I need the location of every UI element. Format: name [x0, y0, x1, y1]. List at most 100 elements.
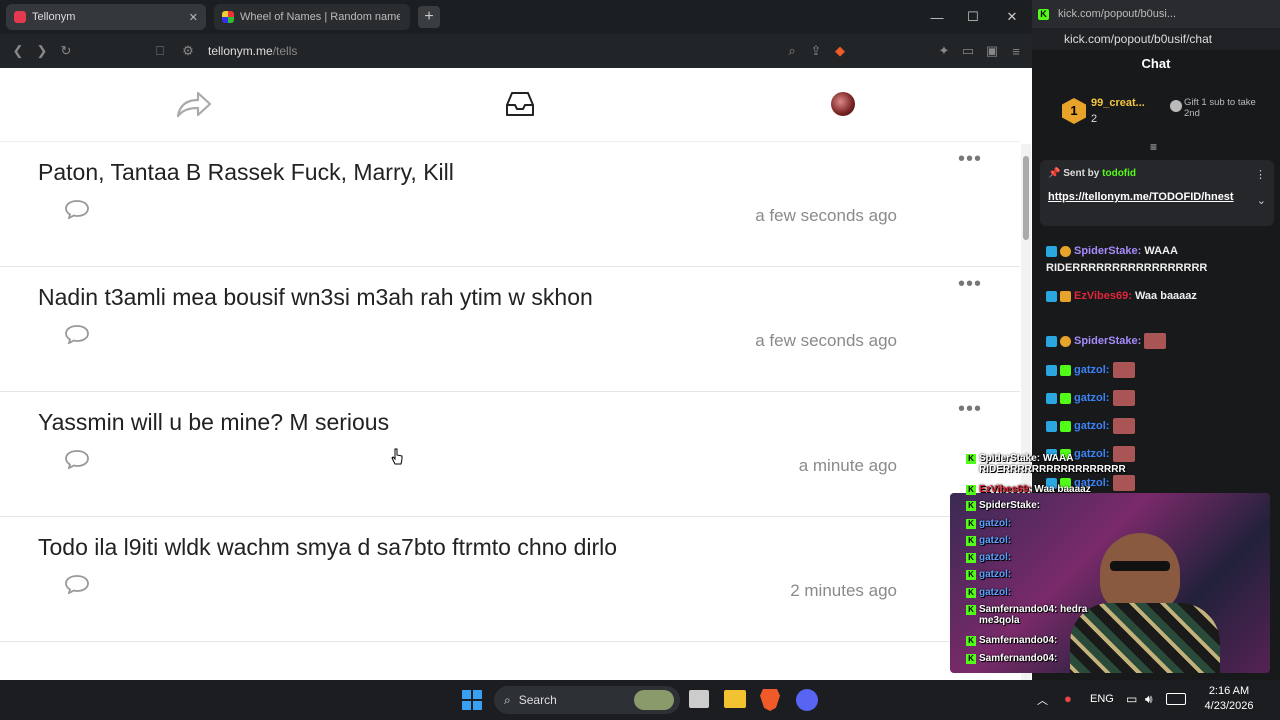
filter-icon[interactable]: ≡: [1150, 140, 1157, 154]
tell-text: Todo ila l9iti wldk wachm smya d sa7bto …: [38, 534, 618, 560]
overlay-line: EzVibes69: Waa baaaaz: [979, 484, 1091, 495]
new-tab-button[interactable]: +: [418, 6, 440, 28]
extensions-icon[interactable]: ✦: [932, 43, 956, 59]
gift-leaderboard[interactable]: 1 99_creat... 2 Gift 1 sub to take 2nd: [1062, 96, 1272, 130]
comment-bubble-icon[interactable]: [64, 199, 90, 219]
share-arrow-icon[interactable]: [176, 90, 212, 120]
inbox-icon[interactable]: [505, 90, 535, 118]
microphone-icon[interactable]: ●: [1064, 691, 1072, 706]
chat-message: gatzol:: [1046, 362, 1276, 379]
overlay-username: Samfernando04:: [979, 635, 1058, 646]
pinned-link[interactable]: https://tellonym.me/TODOFID/hnest: [1048, 189, 1238, 205]
minimize-icon[interactable]: —: [922, 6, 952, 28]
tab-title: Wheel of Names | Random name pic: [240, 11, 400, 23]
network-icon[interactable]: ▭: [1126, 692, 1137, 706]
maximize-icon[interactable]: ☐: [958, 6, 988, 28]
tell-item: Yassmin will u be mine? M serious a minu…: [0, 392, 1020, 517]
sub-badge-icon: [1046, 290, 1057, 302]
tab-wheel-of-names[interactable]: Wheel of Names | Random name pic: [214, 4, 410, 30]
discord-icon[interactable]: [796, 689, 818, 711]
url-text[interactable]: tellonym.me/tells: [208, 44, 297, 58]
volume-icon[interactable]: 🔊︎: [1145, 692, 1153, 707]
chat-message: EzVibes69: Waa baaaaz: [1046, 288, 1276, 305]
tellonym-favicon-icon: [14, 11, 26, 23]
comment-bubble-icon[interactable]: [64, 574, 90, 594]
tell-text: Paton, Tantaa B Rassek Fuck, Marry, Kill: [38, 159, 454, 185]
menu-icon[interactable]: ≡: [1004, 44, 1028, 59]
address-bar: ❮ ❯ ↻ ⎕ ⚙ tellonym.me/tells ⌕ ⇪ ◆ ✦ ▭ ▣ …: [0, 34, 1032, 68]
zoom-icon[interactable]: ⌕: [780, 43, 804, 59]
reload-icon[interactable]: ↻: [54, 43, 78, 59]
chat-username[interactable]: gatzol:: [1074, 392, 1109, 404]
more-options-icon[interactable]: •••: [958, 148, 982, 171]
wallet-icon[interactable]: ▣: [980, 43, 1004, 59]
comment-bubble-icon[interactable]: [64, 324, 90, 344]
pin-options-icon[interactable]: ⋮: [1255, 168, 1266, 181]
chat-message: gatzol:: [1046, 390, 1276, 407]
overlay-line: Samfernando04:: [979, 653, 1057, 664]
chat-username[interactable]: gatzol:: [1074, 364, 1109, 376]
windows-start-icon[interactable]: [462, 690, 482, 710]
share-icon[interactable]: ⇪: [804, 43, 828, 59]
back-icon[interactable]: ❮: [6, 43, 30, 59]
tell-text: Nadin t3amli mea bousif wn3si m3ah rah y…: [38, 284, 593, 310]
og-badge-icon: [1060, 392, 1071, 404]
overlay-username: EzVibes69:: [979, 484, 1032, 495]
chat-username[interactable]: SpiderStake:: [1074, 335, 1141, 347]
taskbar-clock[interactable]: 2:16 AM 4/23/2026: [1196, 684, 1262, 714]
kick-logo-icon: K: [1038, 8, 1049, 20]
overlay-username: Samfernando04:: [979, 604, 1058, 615]
chat-message: SpiderStake:: [1046, 333, 1276, 350]
chat-overlay: K SpiderStake: WAAA RIDERRRRRRRRRRRRRRRR…: [948, 448, 1126, 680]
kick-icon: K: [966, 454, 976, 464]
comment-bubble-icon[interactable]: [64, 449, 90, 469]
profile-avatar[interactable]: [831, 92, 855, 116]
sidebar-icon[interactable]: ▭: [956, 43, 980, 59]
pinned-message[interactable]: 📌 Sent by todofid https://tellonym.me/TO…: [1040, 160, 1274, 226]
sub-badge-icon: [1046, 364, 1057, 376]
search-highlight-icon: [634, 690, 674, 710]
more-options-icon[interactable]: •••: [958, 273, 982, 296]
crown-badge-icon: [1060, 290, 1071, 302]
tell-timestamp: a minute ago: [798, 456, 897, 475]
chat-username[interactable]: gatzol:: [1074, 420, 1109, 432]
file-explorer-icon[interactable]: [724, 690, 746, 708]
task-view-icon[interactable]: [689, 690, 709, 708]
language-indicator[interactable]: ENG: [1090, 693, 1114, 705]
chevron-down-icon[interactable]: ⌄: [1257, 194, 1266, 207]
close-window-icon[interactable]: ✕: [997, 6, 1027, 28]
scrollbar-thumb[interactable]: [1023, 156, 1029, 240]
close-tab-icon[interactable]: ✕: [189, 11, 198, 24]
overlay-line: gatzol:: [979, 535, 1011, 546]
taskbar-search[interactable]: ⌕ Search: [494, 686, 680, 714]
kick-icon: K: [966, 588, 976, 598]
emote-icon: [1144, 333, 1167, 350]
more-options-icon[interactable]: •••: [958, 398, 982, 421]
tell-item: Paton, Tantaa B Rassek Fuck, Marry, Kill…: [0, 142, 1020, 267]
chat-username[interactable]: SpiderStake:: [1074, 245, 1141, 257]
chat-username[interactable]: EzVibes69:: [1074, 290, 1132, 302]
mouse-cursor-icon: [391, 448, 403, 465]
chat-address[interactable]: kick.com/popout/b0usif/chat: [1032, 28, 1280, 50]
site-settings-icon[interactable]: ⚙: [176, 43, 200, 59]
tell-timestamp: 2 minutes ago: [790, 581, 897, 600]
search-placeholder: Search: [518, 693, 557, 707]
pinned-sender-name: todofid: [1102, 168, 1137, 179]
overlay-username: SpiderStake:: [979, 453, 1041, 464]
browser-tab-bar: Tellonym ✕ Wheel of Names | Random name …: [0, 0, 1032, 34]
kick-icon: K: [966, 636, 976, 646]
tab-tellonym[interactable]: Tellonym ✕: [6, 4, 206, 30]
tell-text: Yassmin will u be mine? M serious: [38, 409, 390, 435]
pinned-sender: 📌 Sent by todofid: [1048, 168, 1137, 179]
chevron-up-icon[interactable]: ︿: [1037, 692, 1048, 708]
brave-icon[interactable]: [760, 689, 780, 711]
bookmark-icon[interactable]: ⎕: [148, 43, 172, 59]
overlay-text: Waa baaaaz: [1034, 484, 1091, 495]
gifter-badge-icon: [1060, 245, 1071, 257]
overlay-line: gatzol:: [979, 518, 1011, 529]
battery-icon[interactable]: [1166, 693, 1186, 705]
brave-shield-icon[interactable]: ◆: [828, 43, 852, 59]
search-icon: ⌕: [504, 692, 511, 707]
overlay-username: gatzol:: [979, 587, 1012, 598]
forward-icon[interactable]: ❯: [30, 43, 54, 59]
